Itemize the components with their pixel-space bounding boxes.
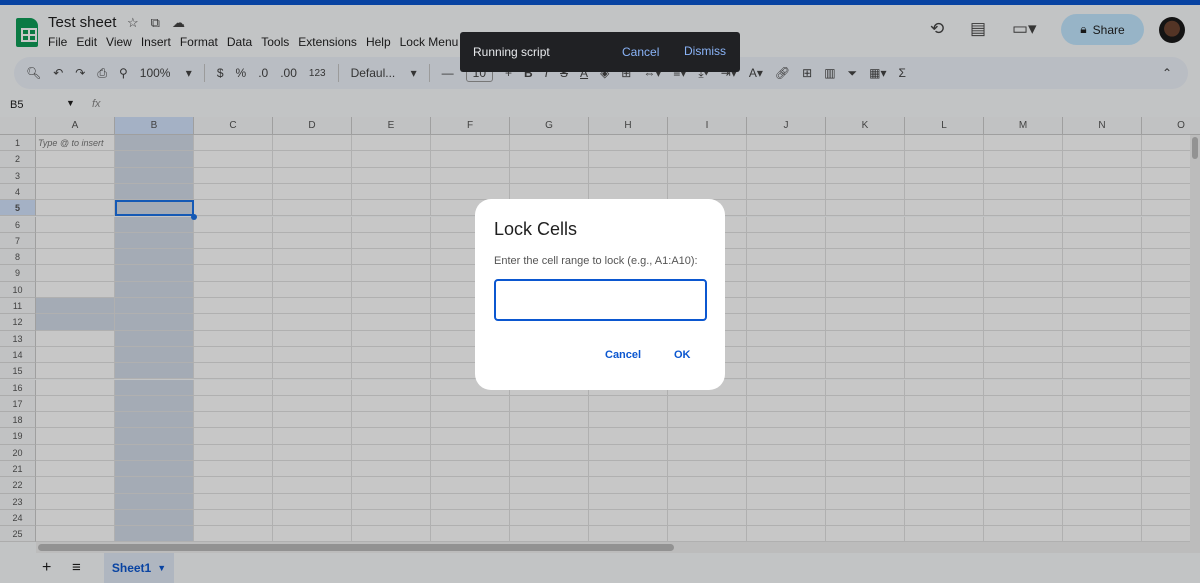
toast-text: Running script <box>473 45 550 59</box>
cell-range-input[interactable] <box>494 279 707 321</box>
ok-button[interactable]: OK <box>674 349 691 361</box>
script-toast: Running script Cancel Dismiss <box>460 32 740 72</box>
cancel-button[interactable]: Cancel <box>605 349 641 361</box>
toast-cancel-button[interactable]: Cancel <box>622 45 659 59</box>
dialog-title: Lock Cells <box>494 219 578 239</box>
dialog-label: Enter the cell range to lock (e.g., A1:A… <box>494 255 698 267</box>
toast-dismiss-button[interactable]: Dismiss <box>684 44 726 58</box>
lock-cells-dialog: Lock Cells Enter the cell range to lock … <box>475 199 725 390</box>
